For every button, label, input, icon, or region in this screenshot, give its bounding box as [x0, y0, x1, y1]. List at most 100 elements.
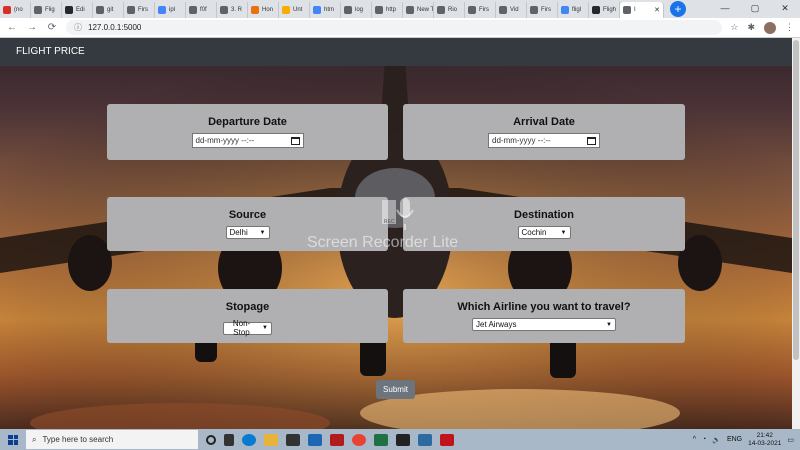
browser-tab[interactable]: Firs	[465, 2, 496, 18]
browser-tab[interactable]: Firs	[527, 2, 558, 18]
tab-favicon-icon	[530, 6, 538, 14]
edge-icon[interactable]	[242, 433, 256, 446]
tab-favicon-icon	[561, 6, 569, 14]
calendar-icon[interactable]	[290, 136, 300, 145]
calendar-icon[interactable]	[587, 136, 596, 145]
browser-tab[interactable]: git	[93, 2, 124, 18]
microphone-icon: REC	[382, 198, 414, 230]
tab-favicon-icon	[220, 6, 228, 14]
start-button[interactable]	[0, 434, 26, 445]
browser-tab[interactable]: Rio	[434, 2, 465, 18]
arrival-card: Arrival Date dd-mm-yyyy --:--	[403, 104, 685, 160]
tab-label: Firs	[138, 7, 148, 13]
taskbar-search[interactable]: ⌕ Type here to search	[26, 430, 198, 449]
chevron-down-icon: ▼	[262, 325, 268, 331]
app-icon-red[interactable]	[330, 433, 344, 446]
back-icon[interactable]: ←	[6, 22, 18, 33]
clock[interactable]: 21:42 14-03-2021	[748, 432, 781, 448]
store-icon[interactable]	[286, 433, 300, 446]
volume-icon[interactable]: 🔈	[712, 436, 721, 444]
departure-date-input[interactable]: dd-mm-yyyy --:--	[191, 133, 304, 148]
menu-icon[interactable]: ⋮	[785, 22, 794, 33]
browser-tab[interactable]: ipl	[155, 2, 186, 18]
tab-favicon-icon	[313, 6, 321, 14]
tab-favicon-icon	[189, 6, 197, 14]
new-tab-button[interactable]: +	[670, 1, 686, 17]
browser-tab[interactable]: Vid	[496, 2, 527, 18]
submit-button[interactable]: Submit	[376, 380, 415, 399]
navbar-brand[interactable]: FLIGHT PRICE	[16, 46, 85, 57]
source-selected-value: Delhi	[229, 228, 248, 237]
arrival-date-input[interactable]: dd-mm-yyyy --:--	[488, 133, 600, 148]
browser-tab[interactable]: f0f	[186, 2, 217, 18]
task-view-icon[interactable]	[224, 433, 234, 446]
scrollbar-thumb[interactable]	[793, 40, 799, 360]
page-scrollbar[interactable]	[792, 38, 800, 429]
browser-tab[interactable]: Edi	[62, 2, 93, 18]
info-icon[interactable]: ⓘ	[74, 22, 82, 33]
tab-label: htm	[324, 7, 335, 13]
star-icon[interactable]: ☆	[730, 22, 738, 33]
tab-favicon-icon	[499, 6, 507, 14]
network-icon[interactable]: ◔	[702, 436, 706, 443]
tab-favicon-icon	[406, 6, 414, 14]
stopage-select[interactable]: Non-Stop ▼	[223, 319, 272, 337]
chrome-icon[interactable]	[352, 433, 366, 446]
tab-label: I	[634, 7, 636, 13]
browser-tab[interactable]: htm	[310, 2, 341, 18]
minimize-button[interactable]: —	[710, 0, 740, 18]
browser-tab[interactable]: 3. R	[217, 2, 248, 18]
chevron-down-icon: ▼	[259, 229, 266, 236]
reload-icon[interactable]: ⟳	[46, 22, 58, 33]
browser-tab[interactable]: Firs	[124, 2, 155, 18]
extensions-icon[interactable]: ✱	[747, 22, 755, 33]
browser-tab[interactable]: Flig	[31, 2, 62, 18]
browser-tab-strip: (no Flig Edi git Firs ipl f0f 3. R Hon Unt htm log h…	[0, 0, 800, 18]
search-icon: ⌕	[32, 434, 37, 444]
airline-label: Which Airline you want to travel?	[457, 301, 631, 313]
browser-tab[interactable]: log	[341, 2, 372, 18]
destination-select[interactable]: Cochin ▼	[517, 226, 571, 239]
browser-tab[interactable]: Fligh	[589, 2, 620, 18]
browser-tab[interactable]: New Tab	[403, 2, 434, 18]
terminal-icon[interactable]	[396, 433, 410, 446]
recorder-icon[interactable]	[440, 433, 454, 446]
url-text: 127.0.0.1:5000	[88, 23, 142, 32]
forward-icon[interactable]: →	[26, 22, 38, 33]
arrival-date-placeholder: dd-mm-yyyy --:--	[492, 136, 551, 145]
maximize-button[interactable]: ▢	[740, 0, 770, 18]
excel-icon[interactable]	[374, 433, 388, 446]
file-explorer-icon[interactable]	[264, 433, 278, 446]
cortana-icon[interactable]	[206, 434, 216, 445]
browser-tab[interactable]: I ✕	[620, 2, 664, 18]
close-tab-icon[interactable]: ✕	[654, 6, 660, 14]
stopage-selected-value: Non-Stop	[232, 319, 251, 337]
browser-tab[interactable]: Hon	[248, 2, 279, 18]
tab-label: log	[355, 7, 364, 13]
tab-favicon-icon	[158, 6, 166, 14]
browser-tab[interactable]: fligl	[558, 2, 589, 18]
chevron-up-icon[interactable]: ^	[693, 436, 696, 443]
airline-card: Which Airline you want to travel? Jet Ai…	[403, 289, 685, 343]
tab-label: Flig	[45, 7, 55, 13]
source-select[interactable]: Delhi ▼	[225, 226, 270, 239]
avatar[interactable]	[764, 21, 776, 34]
chevron-down-icon: ▼	[606, 321, 612, 328]
departure-date-placeholder: dd-mm-yyyy --:--	[195, 136, 255, 145]
airline-selected-value: Jet Airways	[476, 320, 517, 329]
browser-tab[interactable]: Unt	[279, 2, 310, 18]
tab-label: Fligh	[603, 7, 617, 13]
url-input[interactable]: ⓘ 127.0.0.1:5000	[66, 20, 723, 35]
watermark-text: Screen Recorder Lite	[307, 234, 459, 251]
tab-favicon-icon	[96, 6, 104, 14]
mail-icon[interactable]	[308, 433, 322, 446]
language-indicator[interactable]: ENG	[727, 436, 742, 443]
clock-time: 21:42	[756, 431, 773, 439]
notification-icon[interactable]: ▭	[787, 436, 794, 444]
browser-tab[interactable]: http	[372, 2, 403, 18]
app-icon-blue[interactable]	[418, 433, 432, 446]
close-button[interactable]: ✕	[770, 0, 800, 18]
browser-tab[interactable]: (no	[0, 2, 31, 18]
airline-select[interactable]: Jet Airways ▼	[472, 318, 616, 331]
watermark-badge: REC	[384, 219, 395, 225]
